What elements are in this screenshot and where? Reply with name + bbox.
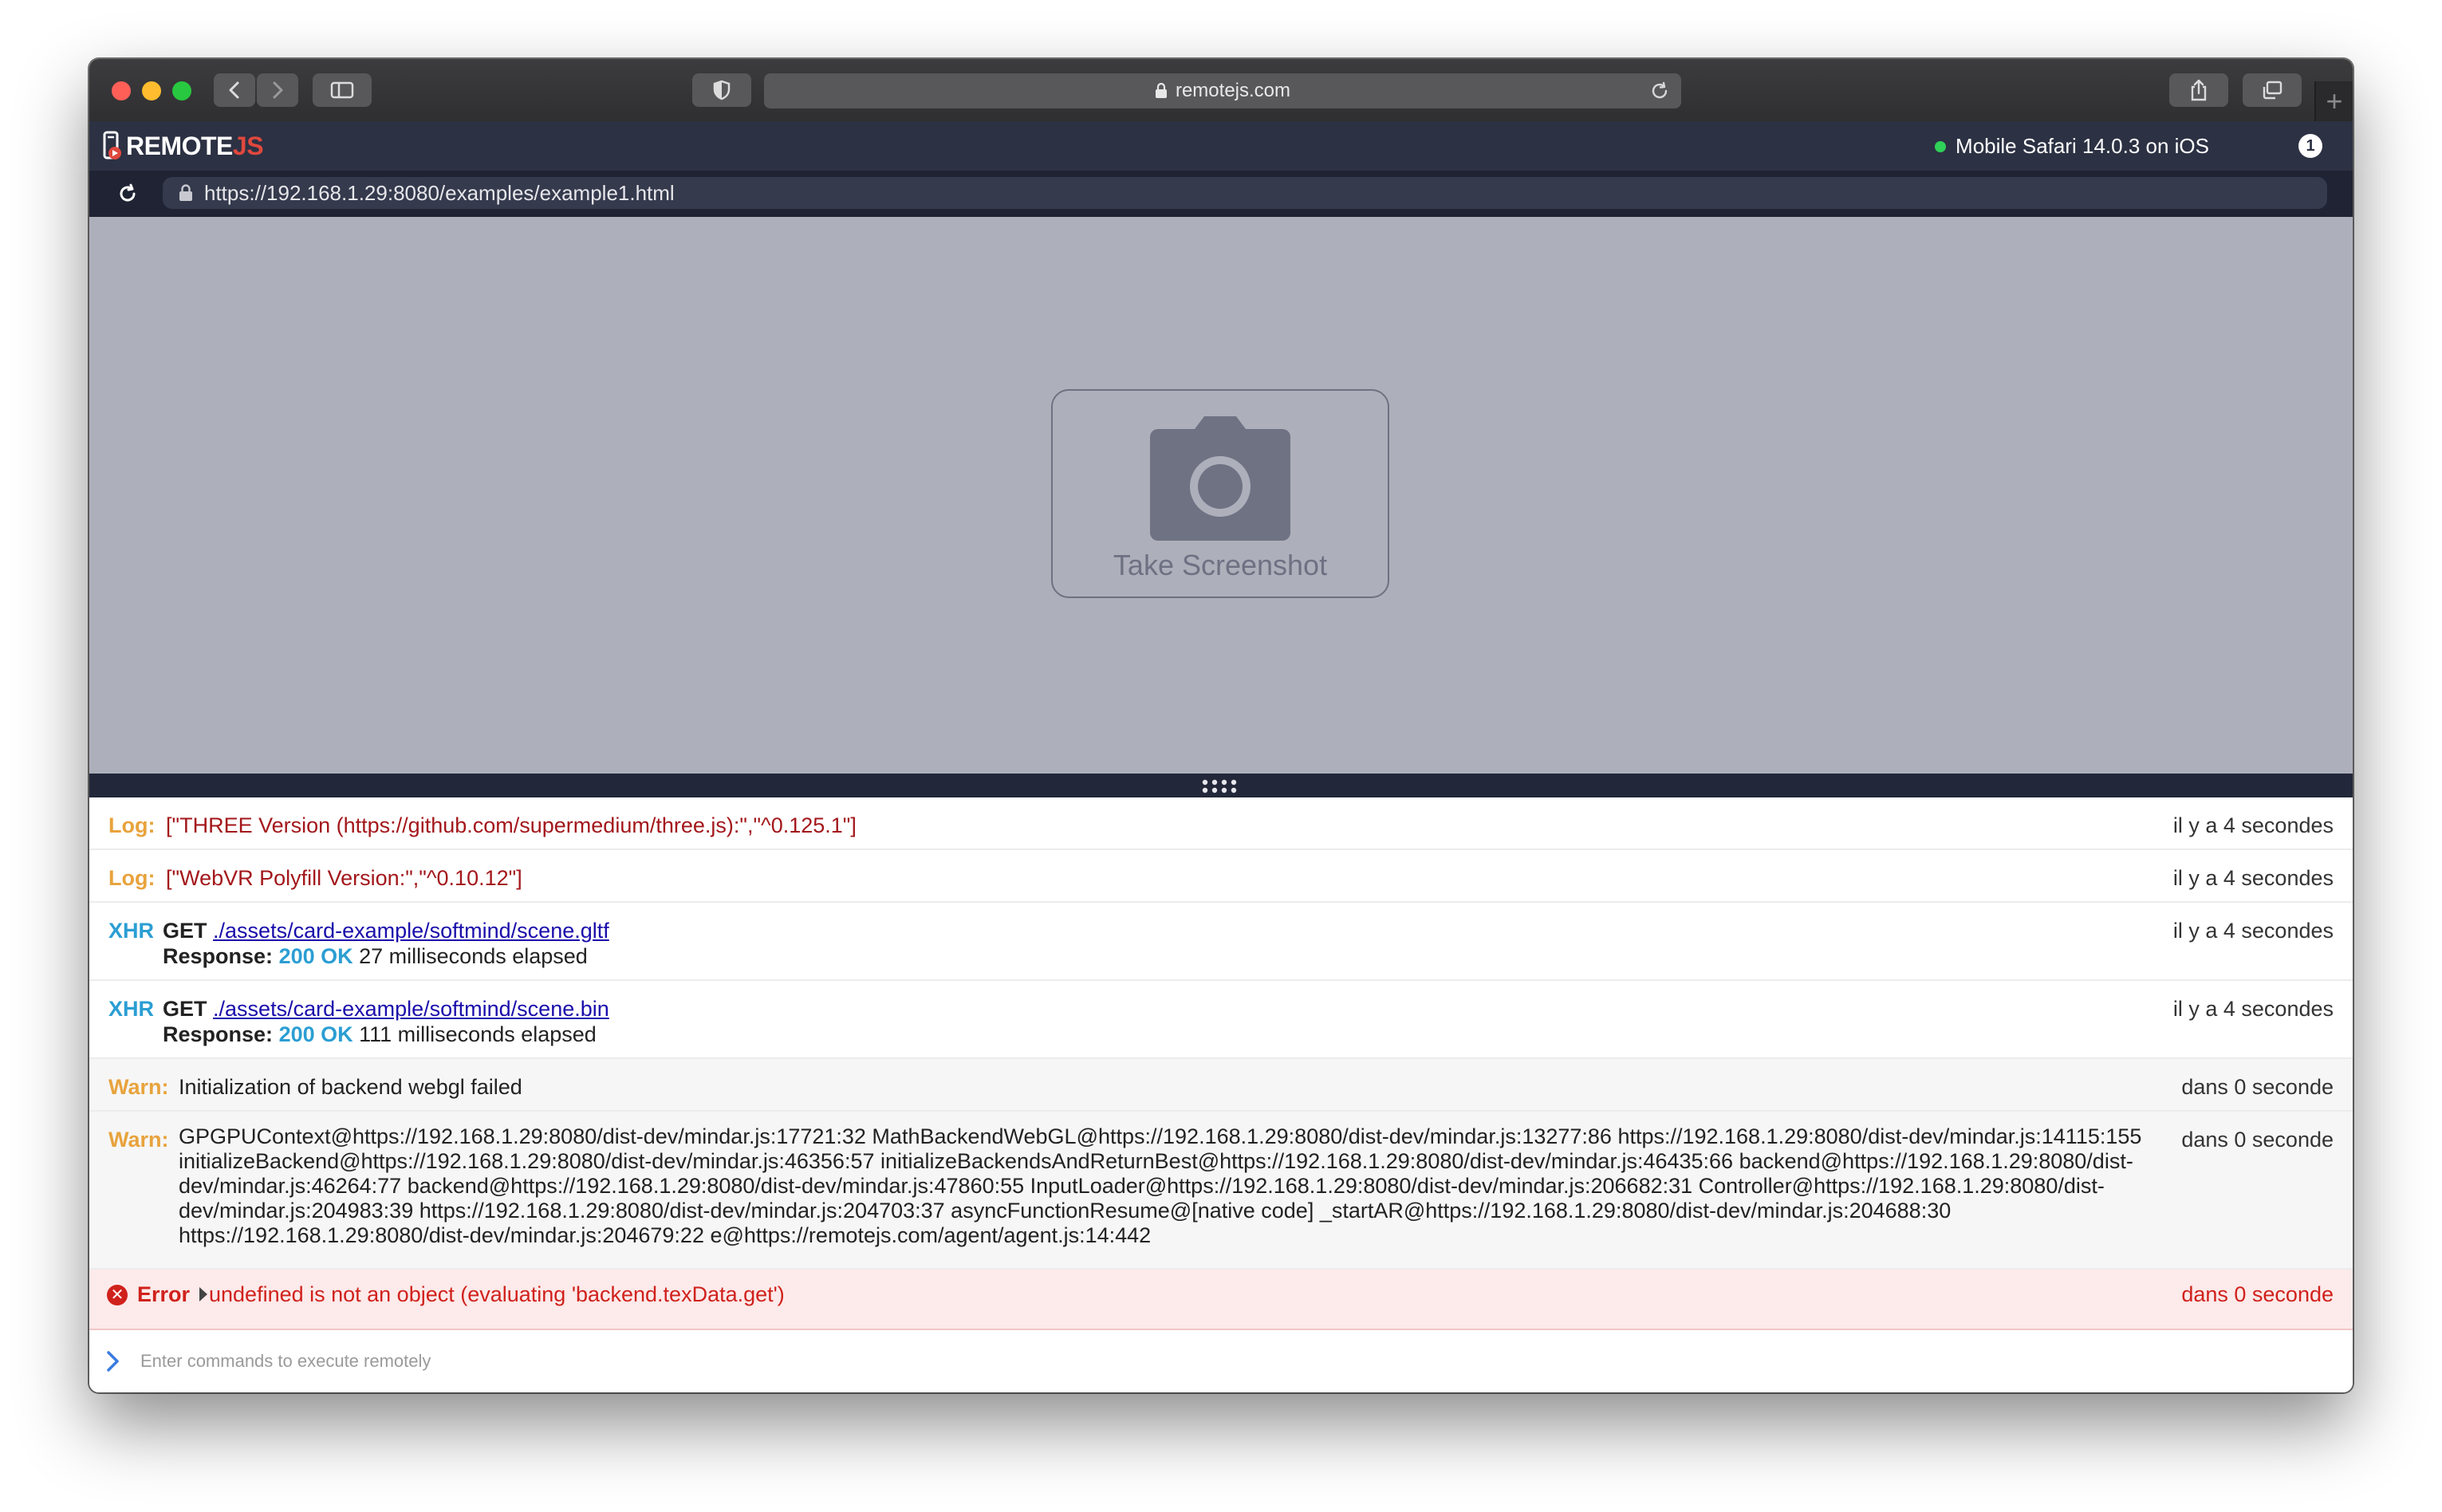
- warn-stacktrace: GPGPUContext@https://192.168.1.29:8080/d…: [179, 1124, 2142, 1247]
- log-timestamp: il y a 4 secondes: [2172, 866, 2334, 890]
- error-message: undefined is not an object (evaluating '…: [209, 1282, 785, 1306]
- tabs-icon: [2263, 81, 2282, 100]
- privacy-report-button[interactable]: [692, 73, 751, 107]
- console-row-warn: Warn: Initialization of backend webgl fa…: [89, 1059, 2353, 1112]
- warn-label: Warn:: [108, 1128, 169, 1152]
- remotejs-header: REMOTE JS Mobile Safari 14.0.3 on iOS 1: [89, 121, 2353, 171]
- browser-toolbar: remotejs.com +: [89, 59, 2353, 123]
- device-status-dot: [1935, 140, 1947, 152]
- console-row-warn: Warn: GPGPUContext@https://192.168.1.29:…: [89, 1112, 2353, 1270]
- logo-text-remote: REMOTE: [126, 131, 233, 160]
- log-message: ["WebVR Polyfill Version:","^0.10.12"]: [166, 866, 522, 890]
- back-icon: [229, 81, 239, 99]
- caret-right-icon[interactable]: [198, 1286, 209, 1303]
- error-label-group: ✕ Error: [107, 1282, 190, 1307]
- log-label: Log:: [108, 866, 156, 890]
- log-label: Log:: [108, 813, 156, 837]
- camera-icon: [1150, 416, 1290, 541]
- console-row-error[interactable]: ✕ Error undefined is not an object (eval…: [89, 1270, 2353, 1330]
- zoom-window-button[interactable]: [172, 81, 191, 100]
- xhr-response-label: Response:: [163, 944, 274, 968]
- xhr-status: 200 OK: [278, 1022, 353, 1046]
- sidebar-button[interactable]: [313, 73, 372, 107]
- grip-icon: [1202, 779, 1237, 793]
- plus-icon: +: [2326, 85, 2343, 117]
- device-screen-area: Take Screenshot: [89, 217, 2353, 774]
- warn-timestamp: dans 0 seconde: [2181, 1128, 2334, 1152]
- lock-icon: [1155, 83, 1167, 98]
- shield-icon: [713, 80, 731, 100]
- new-tab-button[interactable]: +: [2314, 81, 2353, 121]
- xhr-status: 200 OK: [278, 944, 353, 968]
- tab-overview-button[interactable]: [2243, 73, 2302, 107]
- console-panel: Log: ["THREE Version (https://github.com…: [89, 797, 2353, 1392]
- logo-text-js: JS: [232, 131, 264, 160]
- warn-timestamp: dans 0 seconde: [2181, 1075, 2334, 1099]
- xhr-url-link[interactable]: ./assets/card-example/softmind/scene.bin: [213, 997, 609, 1021]
- command-input[interactable]: [139, 1345, 2295, 1378]
- remote-url-bar: https://192.168.1.29:8080/examples/examp…: [89, 171, 2353, 217]
- xhr-method: GET: [163, 997, 207, 1021]
- remote-url-text: https://192.168.1.29:8080/examples/examp…: [204, 180, 675, 205]
- forward-button[interactable]: [257, 73, 298, 107]
- xhr-response-label: Response:: [163, 1022, 274, 1046]
- xhr-elapsed: 27 milliseconds elapsed: [359, 944, 588, 968]
- chevron-right-icon: [107, 1351, 119, 1372]
- console-row-xhr: XHR GET ./assets/card-example/softmind/s…: [89, 903, 2353, 981]
- console-row-log: Log: ["WebVR Polyfill Version:","^0.10.1…: [89, 850, 2353, 903]
- xhr-label: XHR: [108, 919, 155, 943]
- back-button[interactable]: [214, 73, 255, 107]
- forward-icon: [273, 81, 283, 99]
- sidebar-icon: [330, 81, 354, 99]
- xhr-url-link[interactable]: ./assets/card-example/softmind/scene.glt…: [213, 919, 609, 943]
- browser-address-bar[interactable]: remotejs.com: [764, 73, 1681, 108]
- xhr-label: XHR: [108, 997, 155, 1021]
- remotejs-logo-icon: [103, 131, 121, 159]
- command-bar: [89, 1332, 2353, 1392]
- xhr-timestamp: il y a 4 secondes: [2172, 997, 2334, 1021]
- share-button[interactable]: [2169, 73, 2228, 107]
- remote-url-field[interactable]: https://192.168.1.29:8080/examples/examp…: [163, 177, 2327, 209]
- reload-icon[interactable]: [1649, 81, 1670, 101]
- take-screenshot-button[interactable]: Take Screenshot: [1051, 389, 1389, 598]
- take-screenshot-label: Take Screenshot: [1113, 549, 1328, 581]
- error-timestamp: dans 0 seconde: [2181, 1282, 2334, 1306]
- lock-icon: [179, 184, 192, 201]
- log-timestamp: il y a 4 secondes: [2172, 813, 2334, 837]
- log-message: ["THREE Version (https://github.com/supe…: [166, 813, 857, 837]
- device-label: Mobile Safari 14.0.3 on iOS: [1956, 134, 2209, 158]
- xhr-elapsed: 111 milliseconds elapsed: [359, 1022, 597, 1046]
- browser-address-text: remotejs.com: [1175, 80, 1291, 101]
- device-selector[interactable]: Mobile Safari 14.0.3 on iOS: [1935, 134, 2209, 159]
- console-row-log: Log: ["THREE Version (https://github.com…: [89, 797, 2353, 850]
- warn-message: Initialization of backend webgl failed: [179, 1075, 522, 1099]
- panel-resize-handle[interactable]: [89, 774, 2353, 797]
- console-row-xhr: XHR GET ./assets/card-example/softmind/s…: [89, 981, 2353, 1059]
- browser-window: remotejs.com + REMOTE JS Mobile Safari 14…: [89, 59, 2353, 1392]
- remote-reload-icon[interactable]: [116, 182, 139, 206]
- close-window-button[interactable]: [112, 81, 131, 100]
- xhr-timestamp: il y a 4 secondes: [2172, 919, 2334, 943]
- warn-label: Warn:: [108, 1075, 169, 1099]
- xhr-method: GET: [163, 919, 207, 943]
- error-icon: ✕: [107, 1284, 128, 1305]
- share-icon: [2191, 79, 2207, 101]
- minimize-window-button[interactable]: [142, 81, 161, 100]
- remotejs-logo: REMOTE JS: [102, 129, 264, 163]
- error-label: Error: [137, 1282, 191, 1306]
- device-count-badge[interactable]: 1: [2298, 134, 2322, 158]
